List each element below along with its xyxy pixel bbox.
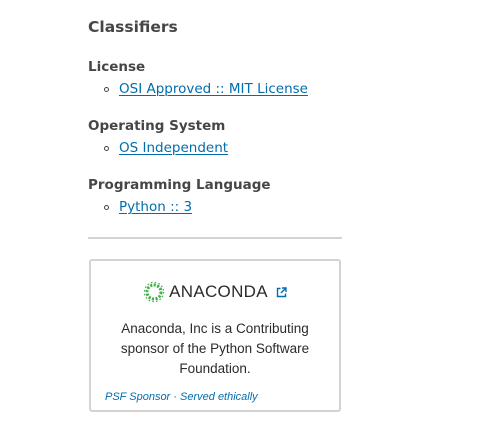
served-ethically-link[interactable]: Served ethically xyxy=(180,391,258,403)
classifier-item-programming-language: Python :: 3 xyxy=(104,197,192,217)
external-link-icon[interactable] xyxy=(276,286,287,298)
classifier-item-operating-system: OS Independent xyxy=(104,138,228,158)
classifier-group-title-operating-system: Operating System xyxy=(88,118,226,134)
classifier-item-license: OSI Approved :: MIT License xyxy=(104,79,308,99)
sponsor-logo-row: ANACONDA xyxy=(91,279,339,305)
classifiers-heading: Classifiers xyxy=(88,18,178,36)
psf-sponsor-link[interactable]: PSF Sponsor xyxy=(105,391,170,403)
sponsor-logo-link[interactable]: ANACONDA xyxy=(143,281,268,303)
footer-separator: · xyxy=(173,391,177,403)
classifier-group-title-license: License xyxy=(88,59,146,75)
list-bullet xyxy=(104,86,109,92)
list-bullet xyxy=(104,204,109,210)
classifier-group-title-programming-language: Programming Language xyxy=(88,177,271,193)
sponsor-card: ANACONDA Anaconda, Inc is a Contributing… xyxy=(89,259,341,412)
classifier-link-python-3[interactable]: Python :: 3 xyxy=(119,199,192,215)
classifier-link-mit-license[interactable]: OSI Approved :: MIT License xyxy=(119,81,308,97)
anaconda-ring-logo-icon xyxy=(143,281,165,303)
sponsor-footer: PSF Sponsor · Served ethically xyxy=(105,391,258,403)
sponsor-description: Anaconda, Inc is a Contributing sponsor … xyxy=(120,321,310,376)
list-bullet xyxy=(104,145,109,151)
sponsor-logo-wordmark: ANACONDA xyxy=(169,282,268,301)
classifier-link-os-independent[interactable]: OS Independent xyxy=(119,140,228,156)
section-divider xyxy=(88,237,342,239)
